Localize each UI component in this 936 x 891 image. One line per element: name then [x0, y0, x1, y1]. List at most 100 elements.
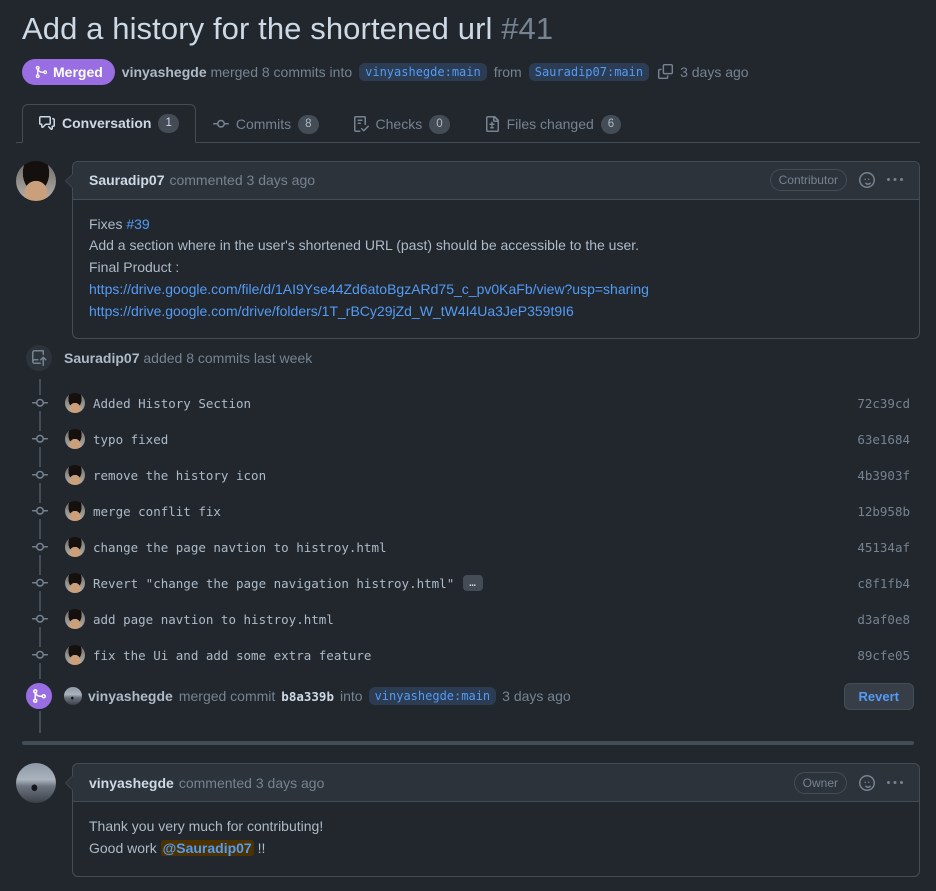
status-badge-label: Merged: [53, 63, 103, 80]
comment-action: commented: [178, 774, 252, 791]
comment-author[interactable]: vinyashegde: [89, 775, 174, 791]
commits-event-group: Sauradip07 added 8 commits last week Add…: [16, 343, 920, 680]
tab-commits-count: 8: [298, 114, 319, 134]
tab-checks[interactable]: Checks 0: [336, 105, 467, 143]
commits-event-header: Sauradip07 added 8 commits last week: [16, 343, 920, 374]
avatar[interactable]: [65, 465, 85, 486]
commit-sha[interactable]: c8f1fb4: [857, 576, 910, 591]
git-commit-dot-icon: [32, 503, 48, 520]
avatar[interactable]: [65, 537, 85, 558]
tab-files-changed-label: Files changed: [506, 116, 594, 133]
timeline-comment-second: vinyashegde commented 3 days ago Owner T…: [16, 763, 920, 877]
avatar[interactable]: [65, 609, 85, 630]
merge-summary: vinyashegde merged 8 commits into: [122, 64, 352, 80]
commit-message[interactable]: change the page navtion to histroy.html: [93, 540, 387, 555]
git-commit-dot-icon: [32, 575, 48, 592]
commit-sha[interactable]: 72c39cd: [857, 396, 910, 411]
avatar[interactable]: [64, 687, 82, 706]
from-label: from: [493, 63, 522, 80]
commit-message[interactable]: Revert "change the page navigation histr…: [93, 576, 454, 591]
commit-sha[interactable]: 12b958b: [857, 504, 910, 519]
file-diff-icon: [484, 116, 500, 133]
comment-time: 3 days ago: [255, 774, 325, 791]
kebab-menu-icon[interactable]: [887, 775, 903, 791]
issue-link[interactable]: #39: [126, 216, 149, 232]
table-row: Revert "change the page navigation histr…: [32, 565, 920, 601]
head-branch-label[interactable]: Sauradip07:main: [528, 62, 650, 81]
git-commit-dot-icon: [32, 431, 48, 448]
copy-icon[interactable]: [658, 64, 674, 80]
commit-message[interactable]: typo fixed: [93, 432, 168, 447]
commits-event-author[interactable]: Sauradip07: [64, 350, 139, 366]
pull-request-page: Add a history for the shortened url #41 …: [0, 0, 936, 877]
commit-message[interactable]: merge conflit fix: [93, 504, 221, 519]
drive-file-link[interactable]: https://drive.google.com/file/d/1AI9Yse4…: [89, 281, 649, 297]
emoji-reaction-icon[interactable]: [859, 774, 875, 791]
table-row: typo fixed 63e1684: [32, 421, 920, 457]
merge-author[interactable]: vinyashegde: [122, 64, 207, 80]
base-branch-label[interactable]: vinyashegde:main: [359, 62, 487, 81]
commit-sha[interactable]: 89cfe05: [857, 648, 910, 663]
git-commit-dot-icon: [32, 611, 48, 628]
drive-folder-link[interactable]: https://drive.google.com/drive/folders/1…: [89, 303, 574, 319]
avatar[interactable]: [16, 160, 56, 201]
pr-tabs: Conversation 1 Commits 8 Checks 0 Files …: [16, 103, 920, 143]
comment-meta: commented 3 days ago: [179, 775, 325, 791]
comment-discussion-icon: [39, 115, 55, 131]
commit-sha[interactable]: 4b3903f: [857, 468, 910, 483]
tab-checks-label: Checks: [375, 116, 423, 133]
kebab-menu-icon[interactable]: [887, 172, 903, 188]
emoji-reaction-icon[interactable]: [859, 172, 875, 189]
git-commit-dot-icon: [32, 647, 48, 664]
merged-commit-sha[interactable]: b8a339b: [281, 689, 334, 704]
merge-time: 3 days ago: [680, 63, 749, 80]
commit-message[interactable]: fix the Ui and add some extra feature: [93, 648, 371, 663]
merged-event-into: into: [339, 688, 363, 705]
table-row: fix the Ui and add some extra feature 89…: [32, 637, 920, 673]
merged-event-author[interactable]: vinyashegde: [88, 688, 173, 704]
git-commit-dot-icon: [32, 467, 48, 484]
comment-line-fixes: Fixes #39: [89, 214, 903, 236]
commit-message[interactable]: add page navtion to histroy.html: [93, 612, 334, 627]
comment-line-description: Add a section where in the user's shorte…: [89, 237, 640, 254]
avatar[interactable]: [65, 573, 85, 594]
user-mention-link[interactable]: @Sauradip07: [160, 839, 254, 856]
merged-target-branch[interactable]: vinyashegde:main: [368, 687, 497, 706]
commit-sha[interactable]: d3af0e8: [857, 612, 910, 627]
comment-author[interactable]: Sauradip07: [89, 172, 164, 188]
commit-sha[interactable]: 45134af: [857, 540, 910, 555]
commits-event-detail: added 8 commits last week: [143, 350, 313, 367]
comment-action: commented: [169, 172, 243, 189]
avatar[interactable]: [65, 429, 85, 450]
tab-conversation-count: 1: [158, 113, 179, 133]
revert-button[interactable]: Revert: [843, 682, 914, 710]
tab-conversation[interactable]: Conversation 1: [22, 103, 196, 143]
tab-conversation-label: Conversation: [62, 115, 152, 132]
tab-files-changed[interactable]: Files changed 6: [467, 105, 639, 143]
commit-message[interactable]: remove the history icon: [93, 468, 266, 483]
commit-sha[interactable]: 63e1684: [857, 432, 910, 447]
comment-card: Sauradip07 commented 3 days ago Contribu…: [65, 160, 920, 340]
comment-link-row-2: https://drive.google.com/drive/folders/1…: [89, 301, 903, 323]
role-badge: Owner: [793, 771, 847, 794]
page-title: Add a history for the shortened url #41: [16, 0, 920, 51]
avatar[interactable]: [65, 645, 85, 666]
comment-body: Fixes #39 Add a section where in the use…: [73, 200, 919, 338]
comment-header: vinyashegde commented 3 days ago Owner: [73, 764, 919, 803]
commit-message[interactable]: Added History Section: [93, 396, 251, 411]
tab-commits[interactable]: Commits 8: [196, 105, 336, 143]
goodwork-prefix: Good work: [89, 839, 161, 856]
timeline-divider: [22, 741, 914, 746]
comment-link-row-1: https://drive.google.com/file/d/1AI9Yse4…: [89, 279, 903, 301]
fixes-prefix: Fixes: [89, 215, 127, 232]
expand-commit-body-button[interactable]: …: [463, 575, 483, 592]
avatar[interactable]: [65, 501, 85, 522]
comment-body: Thank you very much for contributing! Go…: [73, 802, 919, 875]
commits-event-text: Sauradip07 added 8 commits last week: [64, 350, 312, 366]
comment-header: Sauradip07 commented 3 days ago Contribu…: [73, 161, 919, 200]
role-badge: Contributor: [769, 169, 847, 192]
comment-meta: commented 3 days ago: [169, 172, 315, 188]
avatar[interactable]: [16, 763, 56, 804]
tab-checks-count: 0: [429, 114, 450, 134]
avatar[interactable]: [65, 393, 85, 414]
